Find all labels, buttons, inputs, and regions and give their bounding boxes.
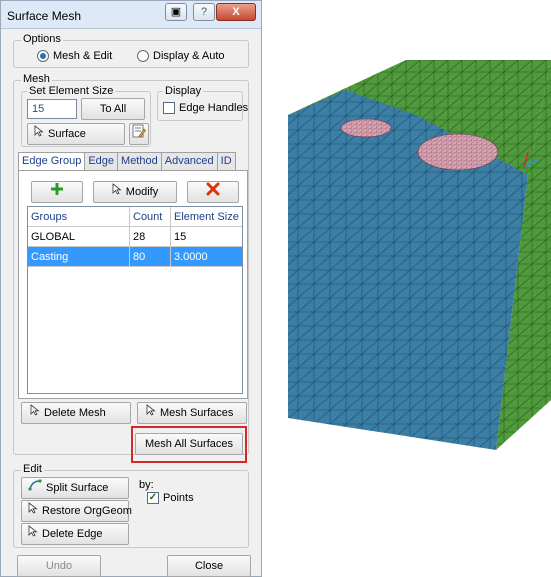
casting-small-circle [340, 118, 392, 138]
radio-mesh-edit-label: Mesh & Edit [53, 50, 113, 62]
display-label: Display [163, 85, 204, 97]
surface-button[interactable]: Surface [27, 123, 125, 145]
cursor-arrow-icon [34, 124, 44, 144]
split-surface-label: Split Surface [46, 482, 109, 494]
mesh-tabs: Edge Group Edge Method Advanced ID [18, 152, 236, 171]
help-icon: ? [200, 6, 208, 18]
plus-icon [50, 183, 64, 199]
delete-mesh-button[interactable]: Delete Mesh [21, 402, 131, 424]
split-icon [28, 478, 42, 498]
element-size-field[interactable]: 15 [27, 99, 77, 119]
add-group-button[interactable] [31, 181, 83, 203]
edit-surface-button[interactable] [129, 123, 149, 145]
window-title: Surface Mesh [7, 9, 82, 23]
meshed-block-viewport[interactable] [266, 60, 551, 450]
close-label: Close [194, 560, 224, 572]
delete-edge-label: Delete Edge [42, 528, 103, 540]
cell-size: 3.0000 [171, 247, 242, 267]
close-icon: X [232, 6, 240, 18]
edit-label: Edit [21, 463, 44, 475]
tab-edge-group[interactable]: Edge Group [18, 152, 86, 171]
cursor-arrow-icon [28, 501, 38, 521]
set-element-size-label: Set Element Size [27, 85, 116, 97]
to-all-button[interactable]: To All [81, 98, 145, 120]
cursor-arrow-icon [146, 403, 156, 423]
cell-count: 28 [130, 227, 171, 247]
close-window-button[interactable]: X [216, 3, 256, 21]
points-label: Points [163, 492, 194, 504]
mesh-label: Mesh [21, 73, 52, 85]
cursor-arrow-icon [28, 524, 38, 544]
tab-advanced[interactable]: Advanced [160, 152, 218, 170]
tab-id[interactable]: ID [216, 152, 236, 170]
x-icon [206, 182, 220, 199]
tab-edge[interactable]: Edge [84, 152, 119, 170]
cell-count: 80 [130, 247, 171, 267]
radio-display-auto-label: Display & Auto [153, 50, 225, 62]
undo-button[interactable]: Undo [17, 555, 101, 577]
radio-dot [137, 50, 149, 62]
edge-group-table: Groups Count Element Size GLOBAL 28 15 C… [27, 206, 243, 394]
cell-group: GLOBAL [28, 227, 130, 247]
select-window-button[interactable]: ▣ [165, 3, 187, 21]
window-select-icon: ▣ [170, 6, 182, 18]
cursor-arrow-icon [30, 403, 40, 423]
radio-dot-selected [37, 50, 49, 62]
surface-button-label: Surface [48, 128, 86, 140]
split-surface-button[interactable]: Split Surface [21, 477, 129, 499]
edit-list-icon [132, 124, 146, 141]
modify-label: Modify [125, 186, 159, 198]
edge-handles-label: Edge Handles [179, 102, 249, 114]
to-all-label: To All [99, 103, 127, 115]
delete-group-button[interactable] [187, 181, 239, 203]
casting-large-circle [417, 133, 499, 171]
restore-orggeom-button[interactable]: Restore OrgGeom [21, 500, 132, 522]
close-button[interactable]: Close [167, 555, 251, 577]
points-checkbox[interactable]: ✓ Points [147, 492, 194, 504]
col-element-size[interactable]: Element Size [171, 207, 242, 227]
col-groups[interactable]: Groups [28, 207, 130, 227]
modify-button[interactable]: Modify [93, 181, 177, 203]
edge-handles-box [163, 102, 175, 114]
points-check-box: ✓ [147, 492, 159, 504]
radio-mesh-edit[interactable]: Mesh & Edit [37, 50, 112, 62]
table-row[interactable]: GLOBAL 28 15 [28, 227, 242, 247]
mesh-surfaces-label: Mesh Surfaces [160, 407, 234, 419]
tab-method[interactable]: Method [117, 152, 162, 170]
title-bar: Surface Mesh ▣ ? X [1, 1, 261, 29]
col-count[interactable]: Count [130, 207, 171, 227]
surface-mesh-dialog: Surface Mesh ▣ ? X Options Mesh & Edit D… [0, 0, 262, 577]
cursor-arrow-icon [112, 182, 122, 202]
cell-group: Casting [28, 247, 130, 267]
delete-edge-button[interactable]: Delete Edge [21, 523, 129, 545]
cell-size: 15 [171, 227, 242, 247]
restore-orggeom-label: Restore OrgGeom [42, 505, 132, 517]
radio-display-auto[interactable]: Display & Auto [137, 50, 225, 62]
edge-handles-checkbox[interactable]: Edge Handles [163, 102, 248, 114]
mesh-surfaces-button[interactable]: Mesh Surfaces [137, 402, 247, 424]
by-label: by: [139, 479, 154, 491]
table-row-selected[interactable]: Casting 80 3.0000 [28, 247, 242, 267]
delete-mesh-label: Delete Mesh [44, 407, 106, 419]
undo-label: Undo [45, 560, 73, 572]
options-label: Options [21, 33, 63, 45]
red-highlight-box [131, 426, 247, 463]
help-button[interactable]: ? [193, 3, 215, 21]
table-header: Groups Count Element Size [28, 207, 242, 227]
